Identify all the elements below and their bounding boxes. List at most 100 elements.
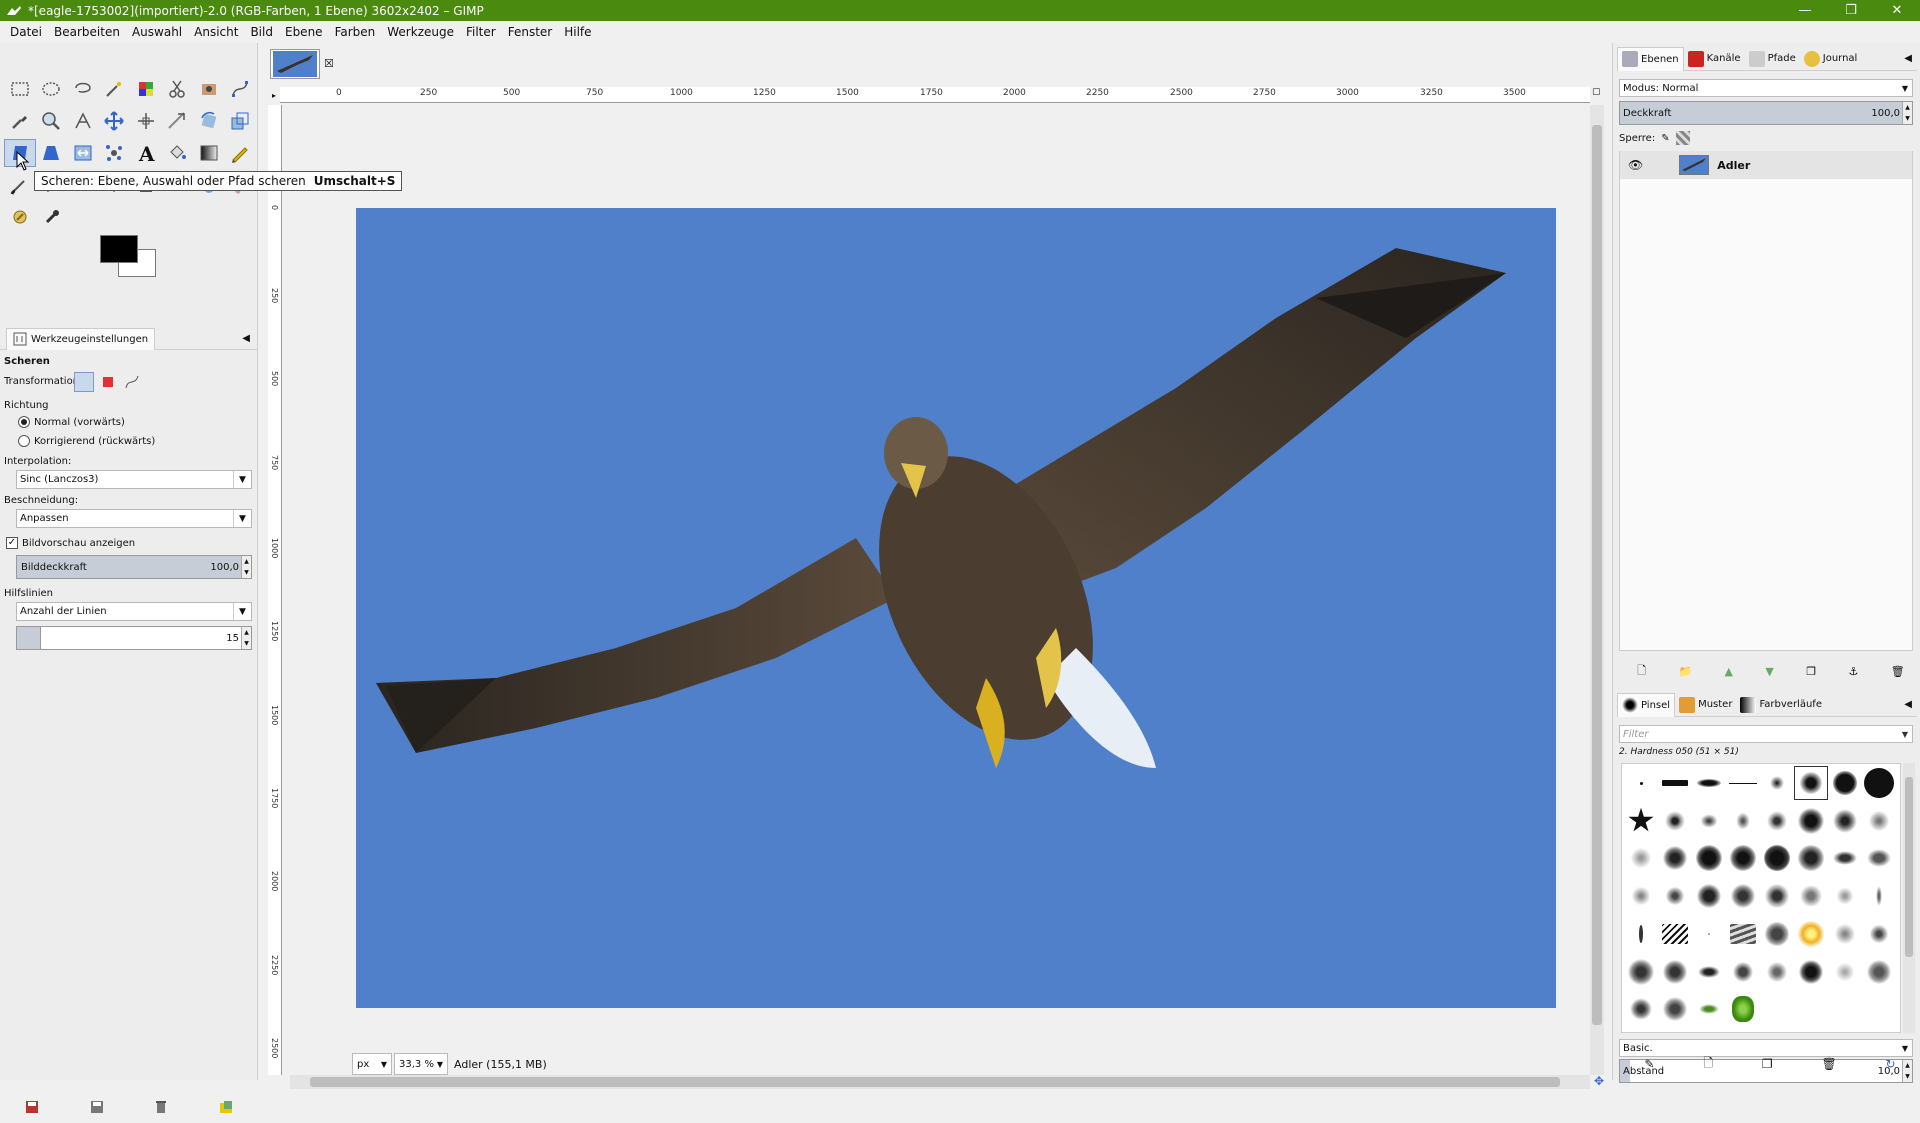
vertical-scroll-thumb[interactable] [1592,125,1602,1025]
brush-item[interactable] [1828,804,1862,838]
tab-layers[interactable]: Ebenen [1617,46,1684,71]
perspective-icon[interactable] [36,139,68,167]
rotate-icon[interactable] [193,107,225,135]
edit-brush-icon[interactable]: ✎ [1644,1057,1654,1071]
brush-item[interactable] [1726,766,1760,800]
brush-item[interactable] [1828,841,1862,875]
interpolation-select[interactable]: Sinc (Lanczos3) ▼ [16,470,252,489]
brush-item[interactable] [1658,879,1692,913]
image-opacity-spinner[interactable]: Bilddeckkraft 100,0 ▲ ▼ [16,555,252,579]
restore-options-icon[interactable] [90,1100,104,1117]
menu-ansicht[interactable]: Ansicht [188,25,244,39]
lower-layer-icon[interactable]: ▼ [1765,665,1773,678]
brush-item[interactable] [1624,992,1658,1026]
minimize-button[interactable]: — [1782,0,1828,21]
brush-item[interactable] [1726,841,1760,875]
zoom-toggle-icon[interactable]: ▢ [1592,87,1601,97]
preview-checkbox[interactable]: ✓ [6,537,18,549]
guides-select[interactable]: Anzahl der Linien ▼ [16,602,252,621]
spin-arrows-icon[interactable]: ▲ ▼ [1902,102,1912,124]
tab-tool-options[interactable]: Werkzeugeinstellungen [6,327,156,350]
tab-brushes[interactable]: Pinsel [1617,692,1676,717]
delete-layer-icon[interactable]: 🗑 [1891,665,1905,678]
transform-selection-button[interactable] [98,372,118,392]
fuzzy-select-icon[interactable] [99,75,131,103]
brush-item[interactable] [1760,955,1794,989]
brush-item[interactable] [1726,917,1760,951]
lock-alpha-icon[interactable] [1675,131,1690,145]
menu-datei[interactable]: Datei [4,25,48,39]
pencil-icon[interactable] [225,139,257,167]
color-select-icon[interactable] [130,75,162,103]
flip-icon[interactable] [67,139,99,167]
preview-checkbox-row[interactable]: ✓ Bildvorschau anzeigen [6,537,135,549]
lasso-icon[interactable] [67,75,99,103]
zoom-icon[interactable] [36,107,68,135]
transform-path-button[interactable] [122,372,142,392]
brush-item[interactable] [1828,917,1862,951]
new-layer-group-icon[interactable]: 📁 [1678,665,1692,678]
brush-item[interactable] [1726,955,1760,989]
brush-item[interactable] [1760,766,1794,800]
close-button[interactable]: ✕ [1874,0,1920,21]
spin-arrows-icon[interactable]: ▲ ▼ [241,627,251,649]
vertical-ruler[interactable]: 0 250 500 750 1000 1250 1500 1750 2000 2… [268,105,282,1075]
transform-layer-button[interactable] [74,372,94,392]
brush-item[interactable] [1794,955,1828,989]
brush-item[interactable] [1692,879,1726,913]
text-icon[interactable]: A [130,139,162,167]
duplicate-layer-icon[interactable]: ❐ [1806,665,1816,678]
measure-icon[interactable] [67,107,99,135]
brush-filter-input[interactable]: Filter ▼ [1619,725,1913,743]
brush-item[interactable] [1624,955,1658,989]
color-picker-icon[interactable] [4,107,36,135]
brush-item[interactable] [1862,917,1896,951]
reset-options-icon[interactable] [219,1100,233,1117]
foreground-color-swatch[interactable] [100,235,138,263]
panel-menu-icon[interactable]: ◀ [242,333,250,344]
brush-item[interactable] [1862,955,1896,989]
menu-hilfe[interactable]: Hilfe [558,25,597,39]
brush-item[interactable] [1658,766,1692,800]
mypaint-brush-icon[interactable] [36,203,68,231]
brush-item[interactable] [1658,992,1692,1026]
brush-item[interactable] [1692,917,1726,951]
brush-item[interactable] [1692,766,1726,800]
brush-item[interactable] [1862,804,1896,838]
brush-item[interactable] [1658,841,1692,875]
menu-ebene[interactable]: Ebene [279,25,329,39]
brush-item[interactable] [1692,992,1726,1026]
brush-grid[interactable] [1621,763,1901,1033]
direction-corrective-radio[interactable] [18,435,30,447]
brush-item[interactable] [1794,804,1828,838]
paintbrush-icon[interactable] [4,171,36,199]
horizontal-ruler[interactable]: 0 250 500 750 1000 1250 1500 1750 2000 2… [280,87,1590,103]
ruler-corner-icon[interactable]: ▸ [268,87,280,103]
menu-bild[interactable]: Bild [244,25,279,39]
eye-icon[interactable]: 👁 [1628,158,1643,172]
layer-row[interactable]: 👁 Adler [1620,151,1912,179]
tab-patterns[interactable]: Muster [1675,693,1736,717]
spin-arrows-icon[interactable]: ▲ ▼ [241,556,251,578]
menu-farben[interactable]: Farben [329,25,382,39]
brush-item-selected[interactable] [1794,766,1828,800]
brush-item[interactable] [1828,955,1862,989]
lock-pixels-icon[interactable]: ✎ [1661,133,1669,144]
eagle-photo[interactable] [356,208,1556,1008]
anchor-layer-icon[interactable]: ⚓ [1849,665,1859,678]
brush-item[interactable] [1658,955,1692,989]
move-icon[interactable] [99,107,131,135]
delete-options-icon[interactable] [154,1100,168,1117]
brush-item[interactable] [1624,766,1658,800]
brush-item[interactable] [1760,804,1794,838]
layer-opacity-spinner[interactable]: Deckkraft 100,0 ▲ ▼ [1619,101,1913,125]
brush-item[interactable] [1760,841,1794,875]
menu-werkzeuge[interactable]: Werkzeuge [381,25,460,39]
guide-lines-spinner[interactable]: 15 ▲ ▼ [16,626,252,650]
foreground-select-icon[interactable] [193,75,225,103]
brush-item[interactable] [1794,879,1828,913]
menu-filter[interactable]: Filter [460,25,502,39]
direction-corrective-option[interactable]: Korrigierend (rückwärts) [18,435,155,447]
panel-menu-icon[interactable]: ◀ [1904,53,1912,64]
clipping-select[interactable]: Anpassen ▼ [16,509,252,528]
